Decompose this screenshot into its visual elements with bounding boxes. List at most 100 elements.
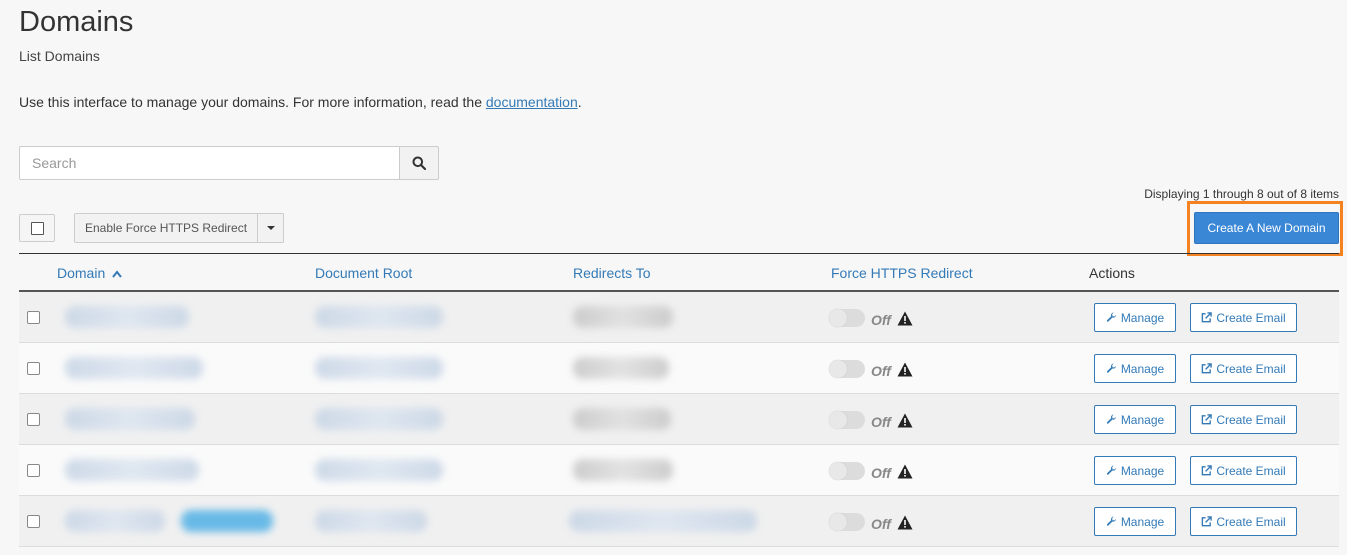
- display-count: Displaying 1 through 8 out of 8 items: [1144, 187, 1339, 201]
- manage-button[interactable]: Manage: [1094, 456, 1176, 485]
- column-header-domain[interactable]: Domain: [57, 265, 122, 281]
- redacted-domain-badge: [181, 510, 273, 532]
- row-checkbox[interactable]: [27, 515, 40, 528]
- create-new-domain-button[interactable]: Create A New Domain: [1194, 212, 1339, 244]
- table-header: Domain Document Root Redirects To Force …: [19, 253, 1339, 292]
- create-email-label: Create Email: [1216, 361, 1286, 376]
- create-email-button[interactable]: Create Email: [1190, 354, 1297, 383]
- wrench-icon: [1106, 414, 1116, 424]
- row-checkbox[interactable]: [27, 362, 40, 375]
- toggle-state-label: Off: [871, 465, 891, 481]
- redacted-redirect: [569, 510, 757, 532]
- manage-button[interactable]: Manage: [1094, 303, 1176, 332]
- toggle-state-label: Off: [871, 312, 891, 328]
- caret-down-icon: [266, 226, 275, 230]
- create-email-button[interactable]: Create Email: [1190, 456, 1297, 485]
- force-https-toggle[interactable]: [829, 411, 865, 429]
- toggle-knob: [829, 309, 847, 327]
- redacted-document-root: [315, 510, 427, 532]
- select-all-checkbox[interactable]: [19, 214, 55, 242]
- wrench-icon: [1106, 465, 1116, 475]
- create-email-button[interactable]: Create Email: [1190, 405, 1297, 434]
- warning-icon: [897, 362, 913, 376]
- bulk-action-group: Enable Force HTTPS Redirect: [74, 213, 285, 243]
- manage-label: Manage: [1120, 310, 1165, 325]
- sort-ascending-icon: [112, 270, 122, 278]
- enable-force-https-button[interactable]: Enable Force HTTPS Redirect: [74, 213, 259, 243]
- external-link-icon: [1202, 414, 1213, 425]
- wrench-icon: [1106, 312, 1116, 322]
- toggle-knob: [829, 462, 847, 480]
- force-https-toggle[interactable]: [829, 513, 865, 531]
- intro-text-end: .: [577, 94, 582, 110]
- intro-text: Use this interface to manage your domain…: [19, 94, 582, 110]
- force-https-toggle-group: Off: [829, 359, 913, 379]
- create-email-label: Create Email: [1216, 463, 1286, 478]
- domains-table: Domain Document Root Redirects To Force …: [19, 253, 1339, 547]
- create-email-label: Create Email: [1216, 412, 1286, 427]
- search-input[interactable]: [19, 146, 399, 180]
- create-email-button[interactable]: Create Email: [1190, 303, 1297, 332]
- external-link-icon: [1202, 363, 1213, 374]
- create-email-label: Create Email: [1216, 514, 1286, 529]
- redacted-domain: [65, 408, 195, 430]
- search-button[interactable]: [399, 146, 439, 180]
- force-https-toggle[interactable]: [829, 309, 865, 327]
- force-https-toggle-group: Off: [829, 410, 913, 430]
- table-row: Off Manage Create Email: [19, 343, 1339, 394]
- column-header-actions: Actions: [1089, 265, 1135, 281]
- checkbox-square: [27, 362, 40, 375]
- force-https-toggle-group: Off: [829, 512, 913, 532]
- warning-icon: [897, 413, 913, 427]
- wrench-icon: [1106, 516, 1116, 526]
- external-link-icon: [1202, 516, 1213, 527]
- redacted-document-root: [315, 357, 443, 379]
- column-header-force-https[interactable]: Force HTTPS Redirect: [831, 265, 973, 281]
- force-https-toggle-group: Off: [829, 461, 913, 481]
- wrench-icon: [1106, 363, 1116, 373]
- checkbox-square: [27, 515, 40, 528]
- table-row: Off Manage Create Email: [19, 496, 1339, 547]
- page-subtitle: List Domains: [19, 48, 100, 64]
- manage-label: Manage: [1120, 514, 1165, 529]
- force-https-toggle[interactable]: [829, 360, 865, 378]
- warning-icon: [897, 515, 913, 529]
- toggle-knob: [829, 513, 847, 531]
- redacted-redirect: [573, 357, 669, 379]
- redacted-document-root: [315, 306, 443, 328]
- external-link-icon: [1202, 465, 1213, 476]
- page-title: Domains: [19, 6, 134, 38]
- row-checkbox[interactable]: [27, 311, 40, 324]
- create-email-button[interactable]: Create Email: [1190, 507, 1297, 536]
- redacted-redirect: [573, 408, 671, 430]
- manage-label: Manage: [1120, 412, 1165, 427]
- table-row: Off Manage Create Email: [19, 445, 1339, 496]
- column-header-document-root[interactable]: Document Root: [315, 265, 412, 281]
- column-header-domain-label: Domain: [57, 265, 106, 281]
- redacted-redirect: [573, 459, 673, 481]
- documentation-link[interactable]: documentation: [486, 94, 578, 110]
- redacted-domain: [65, 459, 199, 481]
- row-checkbox[interactable]: [27, 413, 40, 426]
- bulk-action-dropdown-toggle[interactable]: [258, 213, 285, 243]
- checkbox-square: [30, 221, 44, 235]
- search-icon: [412, 156, 426, 170]
- redacted-domain: [65, 357, 203, 379]
- table-row: Off Manage Create Email: [19, 394, 1339, 445]
- intro-text-body: Use this interface to manage your domain…: [19, 94, 486, 110]
- row-checkbox[interactable]: [27, 464, 40, 477]
- redacted-document-root: [315, 408, 443, 430]
- table-body: Off Manage Create Email Off Manage Creat…: [19, 292, 1339, 547]
- manage-button[interactable]: Manage: [1094, 354, 1176, 383]
- manage-button[interactable]: Manage: [1094, 405, 1176, 434]
- redacted-redirect: [573, 306, 673, 328]
- search-bar: [19, 146, 439, 180]
- column-header-redirects-to[interactable]: Redirects To: [573, 265, 651, 281]
- manage-label: Manage: [1120, 361, 1165, 376]
- force-https-toggle[interactable]: [829, 462, 865, 480]
- create-email-label: Create Email: [1216, 310, 1286, 325]
- toggle-state-label: Off: [871, 363, 891, 379]
- manage-button[interactable]: Manage: [1094, 507, 1176, 536]
- external-link-icon: [1202, 312, 1213, 323]
- toggle-knob: [829, 411, 847, 429]
